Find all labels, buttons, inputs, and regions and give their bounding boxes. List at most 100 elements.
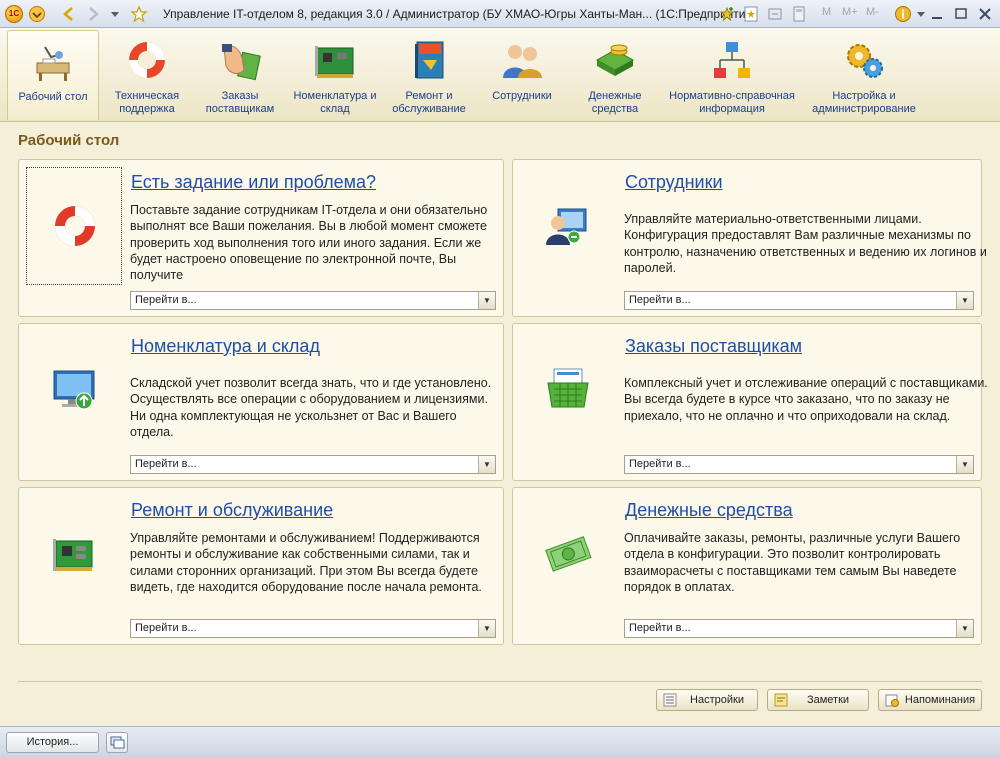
card-title-link[interactable]: Сотрудники [625,172,723,193]
section-label: Техническая поддержка [114,90,180,115]
goto-select-value: Перейти в... [135,294,197,306]
people-icon [500,38,544,82]
goto-select-value: Перейти в... [629,458,691,470]
section-label: Денежные средства [588,90,642,115]
card-supplier-orders: Заказы поставщикам Комплексный учет и от… [512,323,988,481]
chevron-down-icon[interactable]: ▼ [956,620,973,637]
section-label: Заказы поставщикам [205,90,275,115]
reminder-icon [885,693,899,707]
close-button[interactable] [974,4,996,24]
chevron-down-icon[interactable]: ▼ [956,292,973,309]
goto-select[interactable]: Перейти в... ▼ [624,291,974,310]
settings-button-label: Настройки [690,694,744,706]
section-nomenclature[interactable]: Номенклатура и склад [292,30,378,120]
book-icon [407,38,451,82]
windows-switch-button[interactable] [106,732,128,753]
chevron-down-icon[interactable]: ▼ [956,456,973,473]
section-label: Настройка и администрирование [812,90,916,115]
favorite-star-icon[interactable] [130,5,148,23]
card-icon-frame[interactable] [26,331,122,449]
basket-icon [544,365,592,413]
desk-icon [31,39,75,83]
notes-button-label: Заметки [806,694,850,706]
card-task: IT Есть задание или проблема? Поставьте … [18,159,504,317]
window-title: Управление IT-отделом 8, редакция 3.0 / … [163,7,757,21]
card-description: Управляйте ремонтами и обслуживанием! По… [130,531,482,594]
section-reference-info[interactable]: Нормативно-справочная информация [664,30,800,120]
card-title-link[interactable]: Есть задание или проблема? [131,172,376,193]
goto-select-value: Перейти в... [629,622,691,634]
goto-select[interactable]: Перейти в... ▼ [624,455,974,474]
card-description: Оплачивайте заказы, ремонты, различные у… [624,531,961,594]
goto-select-value: Перейти в... [135,458,197,470]
hierarchy-icon [710,38,754,82]
windows-icon [110,736,125,749]
goto-select[interactable]: Перейти в... ▼ [624,619,974,638]
svg-text:IT: IT [66,223,75,233]
gears-icon [842,38,886,82]
lifebuoy-icon [125,38,169,82]
link-icon[interactable] [766,5,784,23]
app-logo-icon[interactable]: 1С [5,5,23,23]
card-title-link[interactable]: Денежные средства [625,500,793,521]
goto-select[interactable]: Перейти в... ▼ [130,619,496,638]
bookmarks-icon[interactable] [742,5,760,23]
coins-icon [593,38,637,82]
card-description: Складской учет позволит всегда знать, чт… [130,376,492,439]
section-repair[interactable]: Ремонт и обслуживание [386,30,472,120]
settings-button[interactable]: Настройки [656,689,758,711]
goto-select[interactable]: Перейти в... ▼ [130,455,496,474]
calculator-icon[interactable] [790,5,808,23]
card-description: Управляйте материально-ответственными ли… [624,212,987,275]
circuit-board-icon [50,529,98,577]
info-icon[interactable] [894,5,912,23]
card-icon-frame[interactable] [520,495,616,613]
section-label: Ремонт и обслуживание [392,90,466,115]
card-title-link[interactable]: Номенклатура и склад [131,336,320,357]
main-menu-icon[interactable] [28,5,46,23]
status-bar: История... [0,726,1000,757]
memory-minus-button[interactable]: M- [866,6,879,18]
section-employees[interactable]: Сотрудники [482,30,562,120]
card-icon-frame[interactable]: IT [26,167,122,285]
section-tech-support[interactable]: Техническая поддержка [104,30,190,120]
title-bar: 1С Управление IT-отделом 8, редакция 3.0… [0,0,1000,28]
history-dropdown-icon[interactable] [106,5,124,23]
notes-button[interactable]: Заметки [767,689,869,711]
add-favorite-icon[interactable] [718,5,736,23]
card-repair: Ремонт и обслуживание Управляйте ремонта… [18,487,504,645]
section-money[interactable]: Денежные средства [576,30,654,120]
hand-money-icon [218,38,262,82]
reminders-button-label: Напоминания [904,694,976,706]
footer-divider [18,681,982,682]
section-label: Рабочий стол [18,91,88,103]
goto-select[interactable]: Перейти в... ▼ [130,291,496,310]
maximize-button[interactable] [950,4,972,24]
note-icon [774,693,788,707]
history-button[interactable]: История... [6,732,99,753]
minimize-button[interactable] [926,4,948,24]
reminders-button[interactable]: Напоминания [878,689,982,711]
card-title-link[interactable]: Ремонт и обслуживание [131,500,333,521]
section-supplier-orders[interactable]: Заказы поставщикам [198,30,282,120]
chevron-down-icon[interactable]: ▼ [478,620,495,637]
card-icon-frame[interactable] [520,331,616,449]
section-settings-admin[interactable]: Настройка и администрирование [808,30,920,120]
memory-plus-button[interactable]: M+ [842,6,858,18]
card-icon-frame[interactable] [520,167,616,285]
chevron-down-icon[interactable]: ▼ [478,292,495,309]
card-description: Комплексный учет и отслеживание операций… [624,376,988,423]
lifebuoy-icon: IT [51,202,99,250]
card-icon-frame[interactable] [26,495,122,613]
chevron-down-icon[interactable]: ▼ [478,456,495,473]
card-title-link[interactable]: Заказы поставщикам [625,336,802,357]
section-desktop[interactable]: Рабочий стол [7,30,99,120]
back-arrow-icon[interactable] [60,5,78,23]
section-label: Сотрудники [492,90,552,102]
forward-arrow-icon[interactable] [84,5,102,23]
memory-button[interactable]: M [822,6,831,18]
page-title: Рабочий стол [18,132,120,149]
card-description: Поставьте задание сотрудникам IT-отдела … [130,203,488,282]
goto-select-value: Перейти в... [629,294,691,306]
goto-select-value: Перейти в... [135,622,197,634]
